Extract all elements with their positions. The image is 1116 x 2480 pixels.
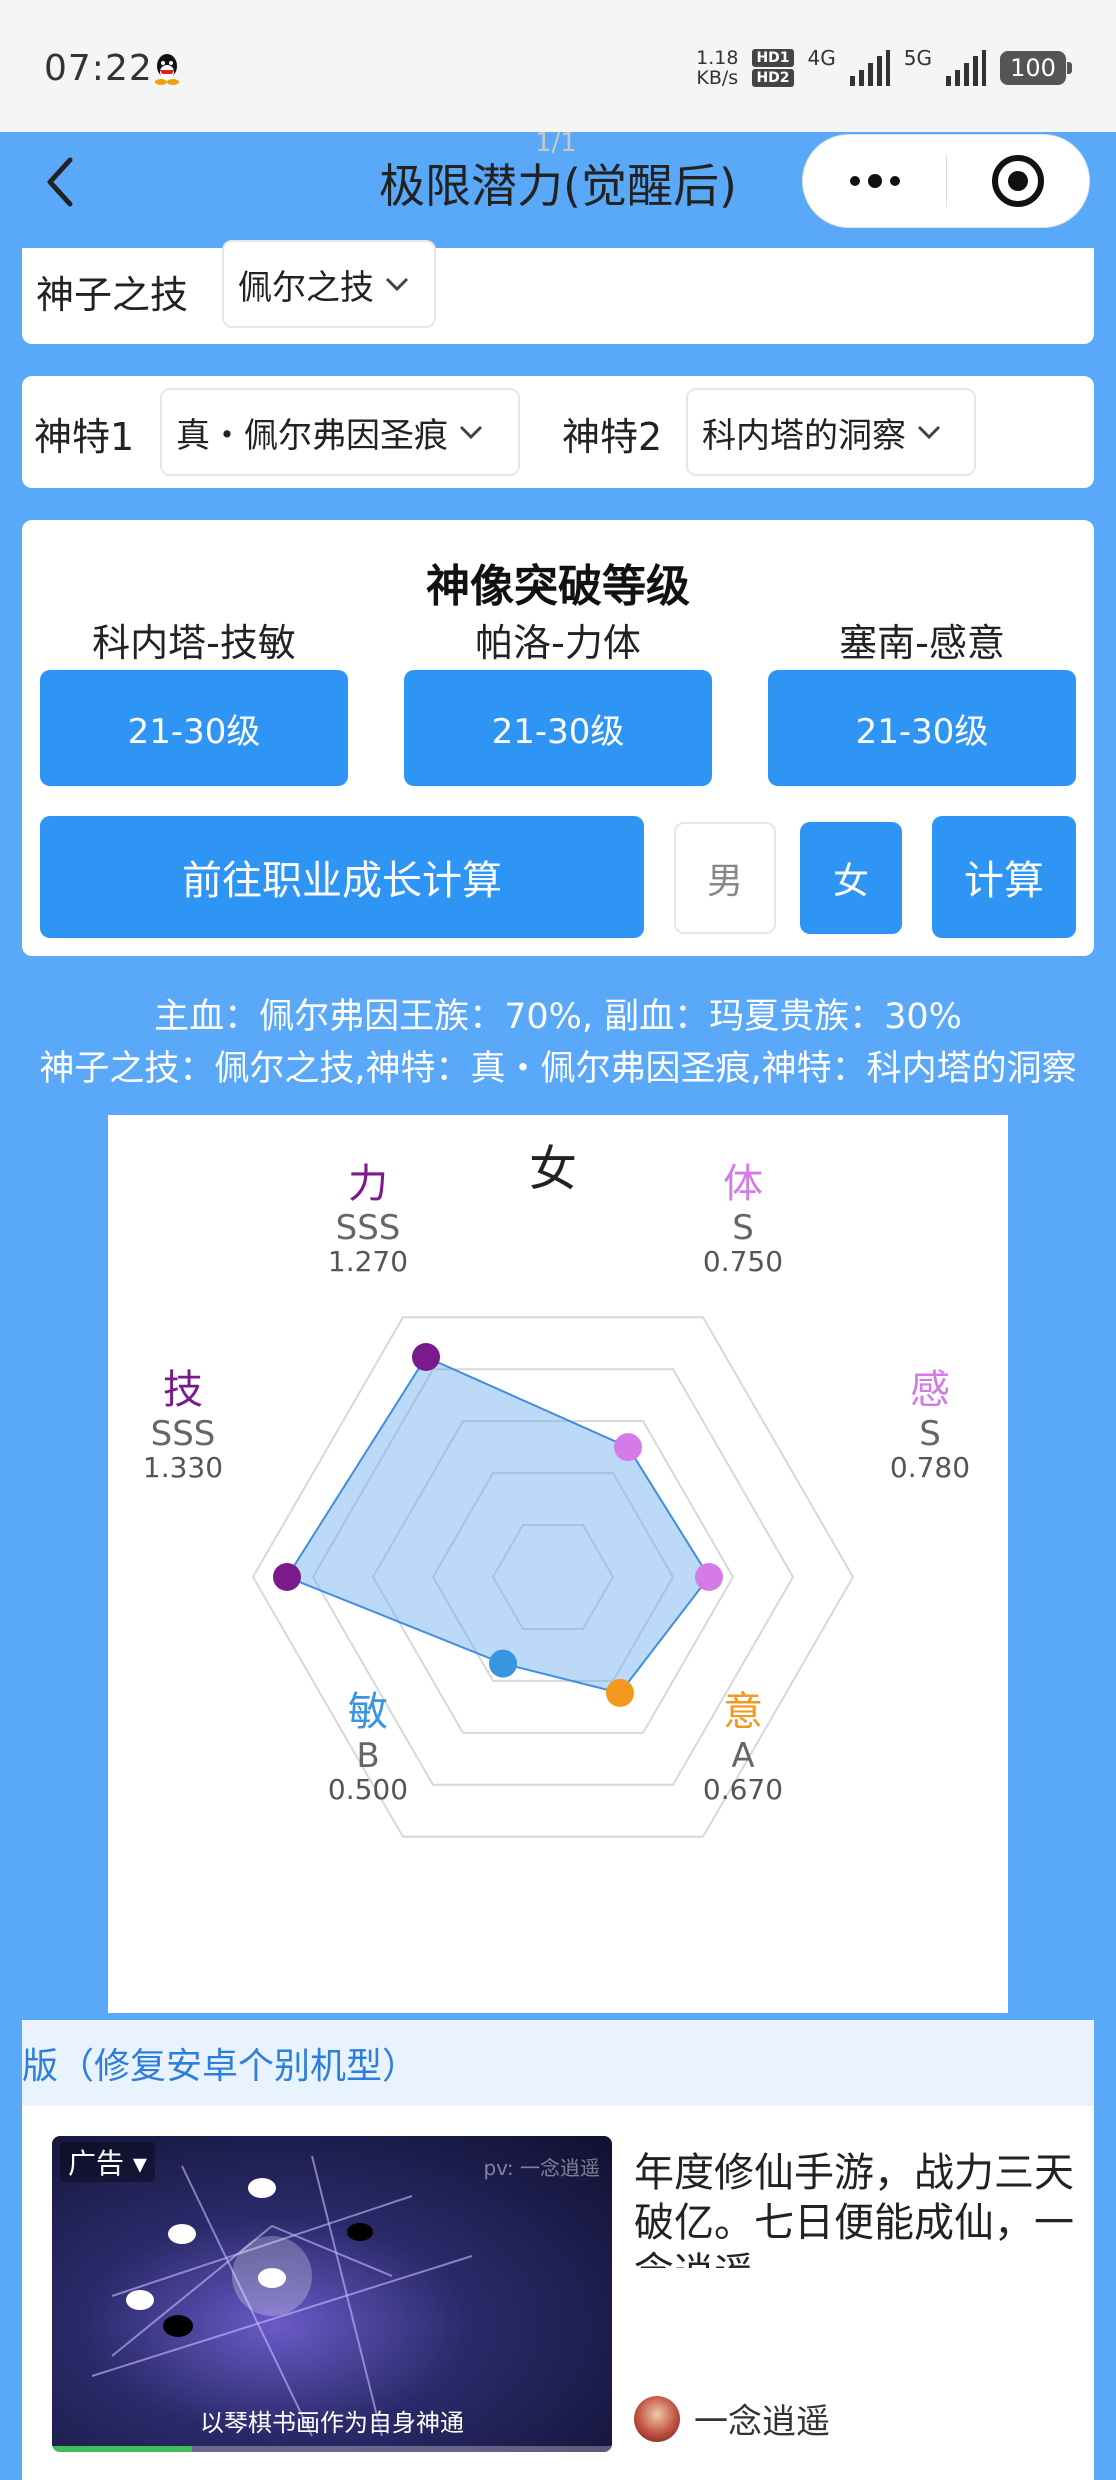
radar-chart-panel: 女力 SSS 1.270 体 S 0.750 感 S 0.780 意 A 0.670 敏 B 0.500 技 S… <box>108 1115 1008 2013</box>
axis-value-label: 0.780 <box>890 1451 970 1484</box>
axis-grade-label: SSS <box>336 1208 401 1248</box>
battery-icon: 100 <box>1000 51 1072 85</box>
radar-point-5 <box>273 1563 301 1591</box>
mini-program-capsule <box>802 134 1090 228</box>
trait-card: 神特1 真・佩尔弗因圣痕 神特2 科内塔的洞察 <box>22 376 1094 488</box>
trait1-select[interactable]: 真・佩尔弗因圣痕 <box>160 388 520 476</box>
ad-card[interactable]: 广告 ▾ pv: 一念逍遥 以琴棋书画作为自身神通 年度修仙手游，战力三天破亿。… <box>22 2106 1094 2480</box>
ad-tag[interactable]: 广告 ▾ <box>60 2142 155 2182</box>
chart-title: 女 <box>529 1141 577 1197</box>
axis-grade-label: A <box>731 1736 754 1776</box>
close-program-button[interactable] <box>947 135 1089 227</box>
statue-level-select-palo[interactable]: 21-30级 <box>404 670 712 786</box>
skill-summary: 神子之技：佩尔之技,神特：真・佩尔弗因圣痕,神特：科内塔的洞察 <box>39 1049 1077 1089</box>
ad-image[interactable]: 广告 ▾ pv: 一念逍遥 以琴棋书画作为自身神通 <box>52 2136 612 2452</box>
signal-4g-label: 4G <box>807 46 836 70</box>
more-menu-button[interactable] <box>803 135 946 227</box>
axis-grade-label: SSS <box>151 1414 216 1454</box>
more-dots-icon <box>849 176 860 186</box>
career-growth-button[interactable]: 前往职业成长计算 <box>40 816 644 938</box>
hd-badge: HD1 HD2 <box>752 49 794 87</box>
avatar <box>634 2395 680 2442</box>
calculate-button[interactable]: 计算 <box>932 816 1076 938</box>
skill-card: 神子之技 佩尔之技 <box>22 240 1094 344</box>
status-bar: 07:22 1.18 KB/s HD1 HD2 4G 5G 100 <box>0 0 1116 132</box>
axis-name-label: 意 <box>723 1689 763 1735</box>
statue-level-select-sainan[interactable]: 21-30级 <box>768 670 1076 786</box>
chevron-down-icon <box>917 425 941 440</box>
ad-author[interactable]: 一念逍遥 <box>634 2394 830 2443</box>
axis-grade-label: S <box>732 1208 754 1248</box>
radar-point-3 <box>606 1679 634 1707</box>
statue-level-select-kneta[interactable]: 21-30级 <box>40 670 348 786</box>
ad-video-progress <box>52 2446 612 2452</box>
network-speed: 1.18 KB/s <box>696 47 739 89</box>
notice-banner[interactable]: 版（修复安卓个别机型） <box>22 2020 1094 2106</box>
skill-label: 神子之技 <box>36 273 189 317</box>
signal-5g-icon <box>946 50 986 86</box>
status-indicators: 1.18 KB/s HD1 HD2 4G 5G 100 <box>696 44 1072 92</box>
axis-name-label: 体 <box>723 1161 763 1207</box>
axis-name-label: 力 <box>348 1161 388 1207</box>
axis-value-label: 0.750 <box>703 1245 783 1278</box>
female-button[interactable]: 女 <box>800 822 902 934</box>
trait1-label: 神特1 <box>34 415 135 459</box>
axis-name-label: 敏 <box>348 1689 388 1735</box>
breakthrough-title: 神像突破等级 <box>426 561 690 612</box>
radar-point-0 <box>412 1343 440 1371</box>
bloodline-summary: 主血：佩尔弗因王族：70%, 副血：玛夏贵族：30% <box>154 997 962 1037</box>
target-close-icon <box>992 155 1044 207</box>
axis-name-label: 技 <box>163 1367 203 1413</box>
statue-label-palo: 帕洛-力体 <box>475 621 641 665</box>
ad-caption: 以琴棋书画作为自身神通 <box>200 2409 464 2437</box>
trait2-select[interactable]: 科内塔的洞察 <box>686 388 976 476</box>
axis-value-label: 0.670 <box>703 1773 783 1806</box>
status-time: 07:22 <box>44 48 153 89</box>
ad-watermark: pv: 一念逍遥 <box>483 2156 600 2180</box>
radar-chart: 女力SSS1.270体S0.750感S0.780意A0.670敏B0.500技S… <box>143 1141 970 1838</box>
axis-grade-label: B <box>356 1736 379 1776</box>
signal-4g-icon <box>849 50 890 86</box>
signal-5g-label: 5G <box>903 46 932 70</box>
statue-label-kneta: 科内塔-技敏 <box>92 621 296 665</box>
chevron-down-icon <box>385 277 409 292</box>
axis-value-label: 1.330 <box>143 1451 223 1484</box>
skill-select[interactable]: 佩尔之技 <box>222 240 436 328</box>
statue-label-sainan: 塞南-感意 <box>839 621 1005 665</box>
axis-value-label: 1.270 <box>328 1245 408 1278</box>
radar-point-1 <box>614 1433 642 1462</box>
axis-name-label: 感 <box>910 1367 950 1413</box>
axis-grade-label: S <box>919 1414 941 1454</box>
page-title: 极限潜力(觉醒后) <box>379 159 737 213</box>
male-button[interactable]: 男 <box>674 822 776 934</box>
back-arrow-icon[interactable] <box>40 154 80 210</box>
chevron-down-icon <box>459 425 483 440</box>
axis-value-label: 0.500 <box>328 1773 408 1806</box>
breakthrough-card: 神像突破等级 科内塔-技敏 帕洛-力体 塞南-感意 21-30级 21-30级 … <box>22 520 1094 956</box>
radar-point-2 <box>695 1563 723 1591</box>
trait2-label: 神特2 <box>562 415 663 459</box>
qq-icon <box>155 54 179 85</box>
ad-headline[interactable]: 年度修仙手游，战力三天破亿。七日便能成仙，一念逍遥 <box>634 2148 1074 2268</box>
radar-point-4 <box>489 1649 517 1678</box>
